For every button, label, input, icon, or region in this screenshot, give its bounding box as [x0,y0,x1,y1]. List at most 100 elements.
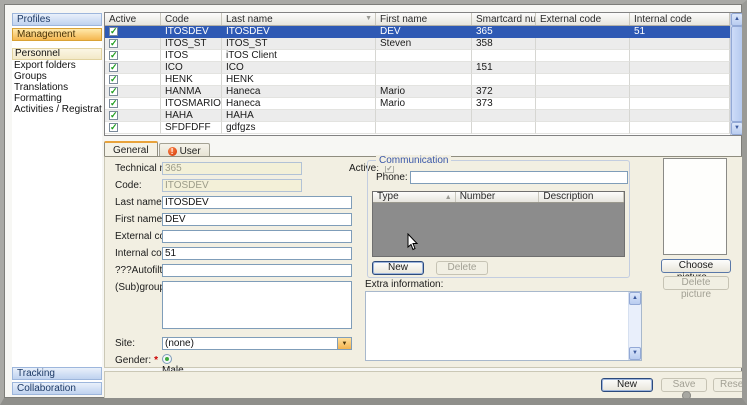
site-dropdown-icon[interactable]: ▼ [338,337,352,350]
first-name-label: First name: [115,214,165,225]
tab-general-label: General [113,145,149,156]
error-icon: ! [168,147,177,156]
sort-desc-icon: ▼ [365,15,372,22]
tab-user[interactable]: ! User [159,143,210,157]
personnel-row-sfdfdff[interactable]: ✓SFDFDFFgdfgzs [105,122,730,134]
personnel-row-haha[interactable]: ✓HAHAHAHA [105,110,730,122]
comm-column-header-type[interactable]: Type▲ [373,192,456,202]
cell-smartcard: 372 [472,86,536,98]
personnel-row-itosdev[interactable]: ✓ITOSDEVITOSDEVDEV36551 [105,26,730,38]
sidebar-item-translations[interactable]: Translations [12,82,102,93]
sidebar-section-collaboration[interactable]: Collaboration [12,382,102,395]
sidebar-item-formatting[interactable]: Formatting [12,93,102,104]
personnel-row-henk[interactable]: ✓HENKHENK [105,74,730,86]
scroll-down-icon[interactable]: ▼ [629,347,641,360]
column-header-active[interactable]: Active [105,13,161,25]
comm-column-header-description[interactable]: Description [539,192,624,202]
cell-external [536,122,630,134]
gender-male-radio[interactable] [162,354,172,364]
cell-active: ✓ [105,38,161,50]
column-header-smartcard-number[interactable]: Smartcard number [472,13,536,25]
cell-internal [630,74,730,86]
last-name-field[interactable] [162,196,352,209]
column-header-first-name[interactable]: First name [376,13,472,25]
subgroups-field[interactable] [162,281,352,329]
cell-last_name: Haneca [222,86,376,98]
cell-last_name: ICO [222,62,376,74]
cell-active: ✓ [105,26,161,38]
active-check-icon[interactable]: ✓ [109,87,118,96]
cell-external [536,26,630,38]
cell-first_name [376,122,472,134]
personnel-grid-body: ✓ITOSDEVITOSDEVDEV36551✓ITOS_STITOS_STSt… [105,26,730,135]
sidebar-section-tracking[interactable]: Tracking [12,367,102,380]
phone-label: Phone: [376,172,408,183]
cell-first_name: Mario [376,86,472,98]
communication-grid-header: Type▲NumberDescription [373,192,624,203]
scroll-up-icon[interactable]: ▲ [629,292,641,305]
column-header-internal-code[interactable]: Internal code [630,13,730,25]
cell-code: ITOS_ST [161,38,222,50]
column-header-last-name[interactable]: Last name▼ [222,13,376,25]
personnel-row-itos_st[interactable]: ✓ITOS_STITOS_STSteven358 [105,38,730,50]
sidebar-section-management[interactable]: Management [12,28,102,41]
cell-smartcard [472,122,536,134]
phone-field[interactable] [410,171,628,184]
sidebar-item-export-folders[interactable]: Export folders [12,60,102,71]
active-check-icon[interactable]: ✓ [109,75,118,84]
active-check-icon[interactable]: ✓ [109,39,118,48]
active-check-icon[interactable]: ✓ [109,123,118,132]
active-check-icon[interactable]: ✓ [109,99,118,108]
extra-information-field[interactable]: ▲ ▼ [365,291,642,361]
communication-new-button[interactable]: New [372,261,424,275]
sidebar-bottom: Tracking Collaboration [12,367,102,395]
personnel-row-itosmario[interactable]: ✓ITOSMARIOHanecaMario373 [105,98,730,110]
column-header-code[interactable]: Code [161,13,222,25]
scroll-down-icon[interactable]: ▼ [731,122,743,135]
active-check-icon[interactable]: ✓ [109,27,118,36]
active-check-icon[interactable]: ✓ [109,111,118,120]
cell-smartcard: 365 [472,26,536,38]
personnel-row-itos[interactable]: ✓ITOSiTOS Client [105,50,730,62]
cell-external [536,86,630,98]
cell-external [536,110,630,122]
sidebar-item-personnel[interactable]: Personnel [12,48,102,60]
sidebar-item-activities-registrations[interactable]: Activities / Registrations [12,104,102,115]
comm-column-header-number[interactable]: Number [456,192,540,202]
personnel-row-ico[interactable]: ✓ICOICO151 [105,62,730,74]
sidebar-item-groups[interactable]: Groups [12,71,102,82]
cell-internal [630,98,730,110]
external-code-field[interactable] [162,230,352,243]
footer-save-button: Save [661,378,707,392]
sidebar-section-profiles[interactable]: Profiles [12,13,102,26]
active-check-icon[interactable]: ✓ [109,51,118,60]
choose-picture-button[interactable]: Choose picture... [661,259,731,273]
active-check-icon[interactable]: ✓ [109,63,118,72]
cell-last_name: ITOSDEV [222,26,376,38]
column-header-external-code[interactable]: External code [536,13,630,25]
cell-code: HANMA [161,86,222,98]
delete-picture-button: Delete picture [663,276,729,290]
cell-external [536,98,630,110]
cell-last_name: ITOS_ST [222,38,376,50]
autofilter-field[interactable] [162,264,352,277]
cell-last_name: Haneca [222,98,376,110]
communication-grid[interactable]: Type▲NumberDescription [372,191,625,257]
cell-first_name: Mario [376,98,472,110]
cell-active: ✓ [105,110,161,122]
tab-general[interactable]: General [104,141,158,157]
save-status-icon [682,391,691,400]
cell-external [536,62,630,74]
scroll-up-icon[interactable]: ▲ [731,13,743,26]
internal-code-field[interactable] [162,247,352,260]
scrollbar-thumb[interactable] [731,26,743,122]
extra-info-scrollbar[interactable]: ▲ ▼ [628,292,641,360]
cell-internal: 51 [630,26,730,38]
grid-scrollbar[interactable]: ▲ ▼ [730,13,743,135]
cell-active: ✓ [105,122,161,134]
first-name-field[interactable] [162,213,352,226]
site-combo[interactable] [162,337,338,350]
footer-bar: New Save Reset [104,371,744,399]
personnel-row-hanma[interactable]: ✓ HANMAHanecaMario372 [105,86,730,98]
footer-new-button[interactable]: New [601,378,653,392]
